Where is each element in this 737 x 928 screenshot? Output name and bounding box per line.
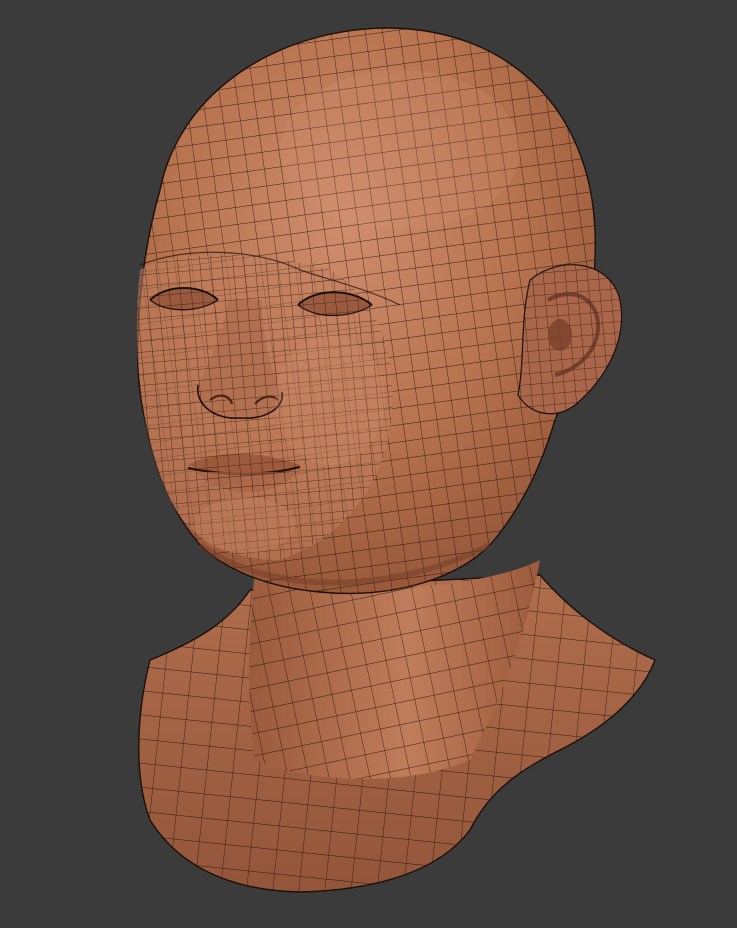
3d-viewport[interactable] bbox=[0, 0, 737, 928]
head-mesh-render bbox=[136, 27, 656, 893]
ear bbox=[517, 264, 623, 415]
